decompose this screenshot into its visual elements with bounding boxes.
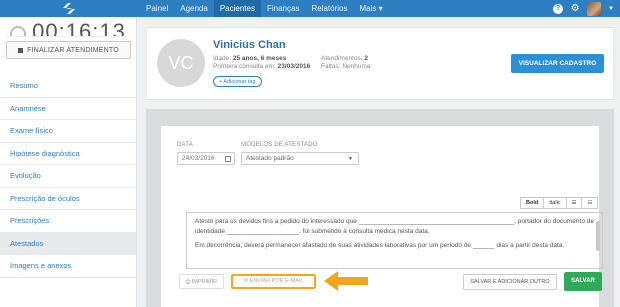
- date-input[interactable]: 24/03/2016: [177, 152, 235, 165]
- logo-icon: [62, 3, 75, 14]
- timer-value: 00:16:13: [32, 19, 126, 37]
- sidebar-item-prescricoes[interactable]: Prescrições: [0, 210, 136, 233]
- sidebar-item-exame-fisico[interactable]: Exame físico: [0, 120, 136, 143]
- chevron-down-icon: ▼: [348, 156, 353, 162]
- bold-button[interactable]: Bold: [520, 197, 545, 209]
- chevron-down-icon[interactable]: ▼: [608, 6, 614, 12]
- nav-financas[interactable]: Finanças: [261, 0, 305, 17]
- nav-pacientes[interactable]: Pacientes: [213, 0, 261, 17]
- patient-visits: Atendimentos: 2: [321, 55, 368, 62]
- main-nav: Painel Agenda Pacientes Finanças Relatór…: [140, 0, 389, 17]
- bullet-list-icon[interactable]: ☰: [565, 197, 583, 209]
- sidebar-item-anamnese[interactable]: Anamnese: [0, 98, 136, 120]
- sidebar-menu: Resumo Anamnese Exame físico Hipótese di…: [0, 75, 136, 278]
- patient-avatar: VC: [157, 39, 205, 87]
- nav-mais[interactable]: Mais ▾: [353, 0, 388, 17]
- certificate-paragraph-1: Atesto para os devidos fins a pedido do …: [195, 218, 594, 235]
- top-navbar: Painel Agenda Pacientes Finanças Relatór…: [0, 0, 620, 17]
- nav-relatorios[interactable]: Relatórios: [305, 0, 353, 17]
- save-button[interactable]: SALVAR: [564, 272, 602, 291]
- sidebar: 00:16:13 FINALIZAR ATENDIMENTO Resumo An…: [0, 17, 137, 307]
- date-label: DATA: [177, 142, 193, 148]
- nav-painel[interactable]: Painel: [140, 0, 174, 17]
- sidebar-item-evolucao[interactable]: Evolução: [0, 165, 136, 188]
- certificate-panel: DATA 24/03/2016 MODELOS DE ATESTADO Ates…: [146, 109, 614, 307]
- calendar-icon[interactable]: [225, 156, 231, 162]
- send-email-button[interactable]: ✉ ENVIAR POR E-MAIL: [231, 274, 316, 289]
- add-tag-button[interactable]: + Adicionar tag: [213, 76, 262, 87]
- arrow-left-icon: [324, 271, 368, 291]
- user-avatar[interactable]: [587, 1, 602, 16]
- certificate-text-editor[interactable]: Atesto para os devidos fins a pedido do …: [186, 212, 603, 269]
- save-and-add-button[interactable]: SALVAR E ADICIONAR OUTRO: [463, 274, 557, 290]
- app-logo[interactable]: [0, 0, 137, 17]
- print-button[interactable]: ⎙ IMPRIMIR: [179, 274, 224, 289]
- sidebar-item-prescricao-oculos[interactable]: Prescrição de óculos: [0, 188, 136, 210]
- patient-missed: Faltas: Nenhuma: [321, 63, 371, 70]
- sidebar-item-resumo[interactable]: Resumo: [0, 75, 136, 98]
- sidebar-item-atestados[interactable]: Atestados: [0, 232, 136, 255]
- stop-icon: [18, 47, 24, 53]
- numbered-list-icon[interactable]: ☷: [581, 197, 599, 209]
- patient-first-visit: Primeira consulta em: 23/03/2016: [213, 63, 311, 70]
- editor-scrollbar[interactable]: [596, 221, 600, 251]
- sidebar-item-imagens[interactable]: Imagens e anexos: [0, 255, 136, 278]
- timer: 00:16:13: [6, 17, 130, 37]
- view-registration-button[interactable]: VISUALIZAR CADASTRO: [511, 54, 604, 73]
- patient-name[interactable]: Vinicius Chan: [213, 39, 286, 51]
- model-label: MODELOS DE ATESTADO: [241, 142, 318, 148]
- patient-age: Idade: 25 anos, 6 meses: [213, 55, 287, 62]
- clock-icon: [10, 26, 27, 36]
- model-select[interactable]: Atestado padrão ▼: [241, 152, 359, 165]
- finalize-button[interactable]: FINALIZAR ATENDIMENTO: [6, 41, 131, 59]
- help-icon[interactable]: ?: [553, 3, 564, 14]
- certificate-form: DATA 24/03/2016 MODELOS DE ATESTADO Ates…: [161, 126, 603, 307]
- nav-right: ? ⚙ ▼: [553, 0, 614, 17]
- certificate-paragraph-2: Em decorrência, deverá permanecer afasta…: [195, 242, 565, 249]
- finalize-button-label: FINALIZAR ATENDIMENTO: [27, 46, 119, 54]
- sidebar-item-hipotese[interactable]: Hipótese diagnóstica: [0, 143, 136, 165]
- patient-card: VC Vinicius Chan Idade: 25 anos, 6 meses…: [146, 27, 614, 100]
- editor-toolbar: Bold Italic ☰ ☷: [520, 197, 599, 209]
- italic-button[interactable]: Italic: [543, 197, 567, 209]
- nav-agenda[interactable]: Agenda: [174, 0, 214, 17]
- gear-icon[interactable]: ⚙: [570, 3, 580, 14]
